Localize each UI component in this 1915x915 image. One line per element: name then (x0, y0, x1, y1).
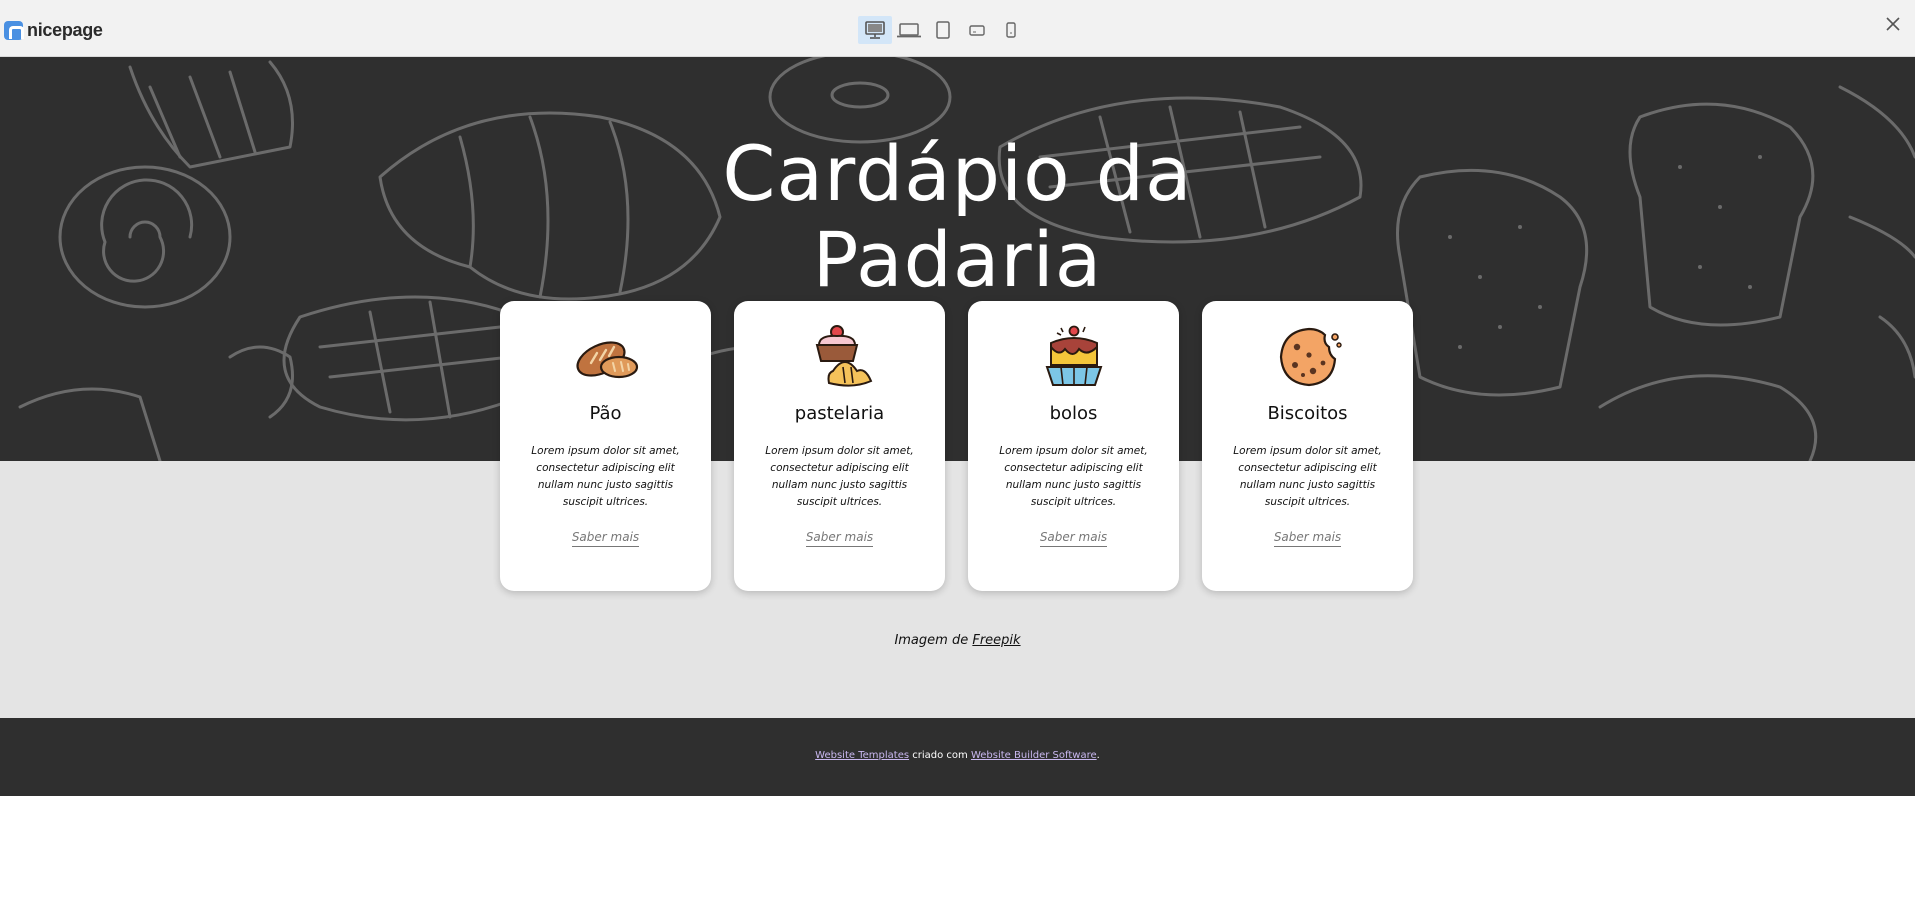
bread-icon (576, 341, 639, 379)
product-cards: Pão Lorem ipsum dolor sit amet, consecte… (500, 301, 1413, 591)
saber-mais-label[interactable]: Saber mais (1273, 530, 1342, 547)
card-title: Biscoitos (1267, 403, 1348, 424)
website-builder-link[interactable]: Website Builder Software (971, 750, 1097, 761)
saber-mais-link[interactable]: Saber mais (968, 530, 1179, 547)
saber-mais-link[interactable]: Saber mais (1202, 530, 1413, 547)
card-title: bolos (1049, 403, 1098, 424)
card-biscoitos: Biscoitos Lorem ipsum dolor sit amet, co… (1202, 301, 1413, 591)
device-switcher (858, 16, 1028, 44)
footer: Website Templates criado com Website Bui… (0, 718, 1915, 796)
saber-mais-label[interactable]: Saber mais (805, 530, 874, 547)
page-title-line-2: Padaria (812, 215, 1103, 304)
phone-landscape-icon (969, 25, 985, 36)
saber-mais-label[interactable]: Saber mais (571, 530, 640, 547)
page-title-line-1: Cardápio da (722, 129, 1193, 218)
tablet-icon (936, 21, 950, 39)
laptop-icon (897, 23, 921, 38)
cookie-icon (1279, 327, 1342, 387)
card-pastelaria: pastelaria Lorem ipsum dolor sit amet, c… (734, 301, 945, 591)
freepik-link[interactable]: Freepik (972, 633, 1020, 648)
desktop-icon (865, 21, 885, 39)
desktop-view-button[interactable] (858, 16, 892, 44)
laptop-view-button[interactable] (892, 16, 926, 44)
preview-toolbar: nicepage (0, 0, 1915, 57)
credit-prefix: Imagem de (894, 633, 969, 648)
cake-icon (1045, 325, 1103, 386)
page-title: Cardápio da Padaria (0, 131, 1915, 303)
close-preview-button[interactable] (1881, 12, 1905, 36)
image-credit: Imagem de Freepik (0, 633, 1915, 648)
card-description: Lorem ipsum dolor sit amet, consectetur … (1233, 445, 1382, 508)
footer-middle-text: criado com (912, 750, 968, 761)
saber-mais-link[interactable]: Saber mais (500, 530, 711, 547)
nicepage-logo[interactable]: nicepage (4, 20, 103, 41)
logo-icon (4, 21, 24, 40)
phone-portrait-view-button[interactable] (994, 16, 1028, 44)
footer-credit: Website Templates criado com Website Bui… (0, 750, 1915, 761)
tablet-view-button[interactable] (926, 16, 960, 44)
card-bolos: bolos Lorem ipsum dolor sit amet, consec… (968, 301, 1179, 591)
close-icon (1886, 17, 1900, 31)
card-title: Pão (589, 403, 622, 424)
card-pao: Pão Lorem ipsum dolor sit amet, consecte… (500, 301, 711, 591)
card-title: pastelaria (794, 403, 885, 424)
logo-text: nicepage (27, 20, 103, 40)
website-templates-link[interactable]: Website Templates (815, 750, 909, 761)
pastry-icon (815, 325, 873, 387)
saber-mais-label[interactable]: Saber mais (1039, 530, 1108, 547)
card-description: Lorem ipsum dolor sit amet, consectetur … (999, 445, 1148, 508)
phone-landscape-view-button[interactable] (960, 16, 994, 44)
phone-portrait-icon (1006, 22, 1016, 38)
saber-mais-link[interactable]: Saber mais (734, 530, 945, 547)
footer-period: . (1096, 750, 1100, 761)
card-description: Lorem ipsum dolor sit amet, consectetur … (531, 445, 680, 508)
card-description: Lorem ipsum dolor sit amet, consectetur … (765, 445, 914, 508)
